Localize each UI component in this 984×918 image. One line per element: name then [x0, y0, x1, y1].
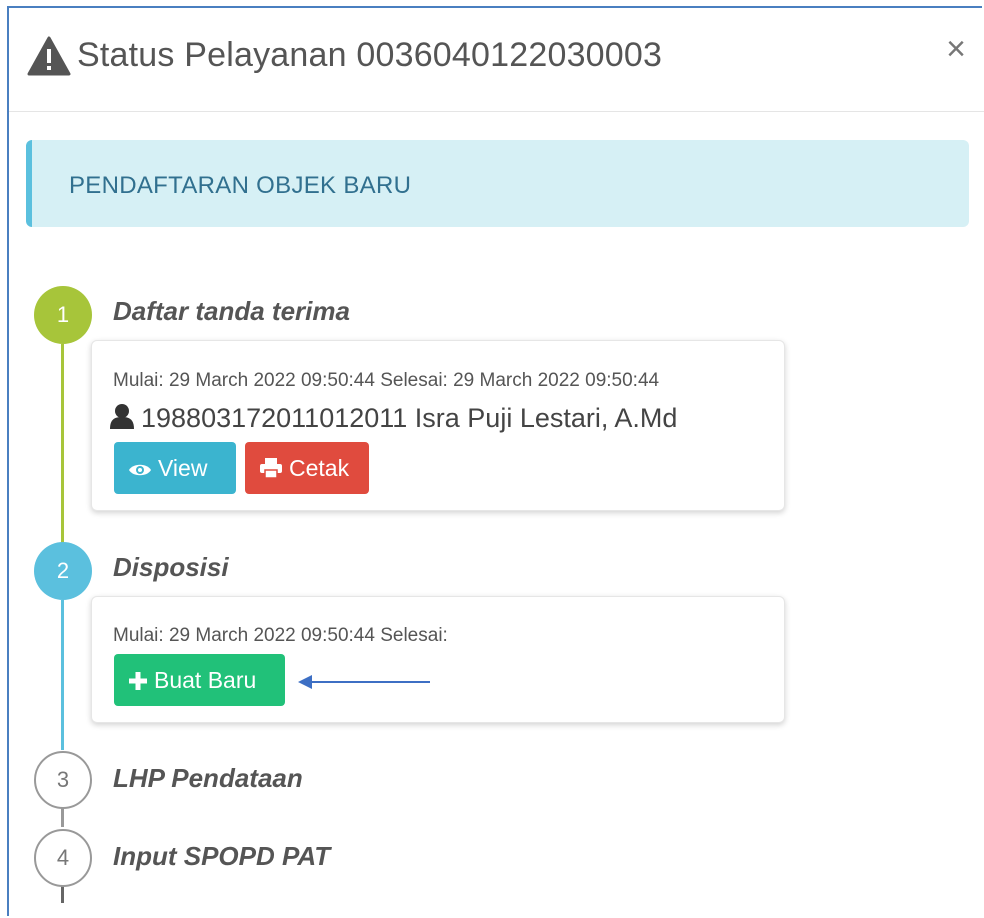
modal-header: Status Pelayanan 0036040122030003 ×	[9, 8, 984, 112]
timeline-line-4	[61, 885, 64, 903]
step-2-badge: 2	[34, 542, 92, 600]
service-type-label: PENDAFTARAN OBJEK BARU	[69, 172, 412, 199]
print-button[interactable]: Cetak	[245, 442, 369, 494]
step-3-badge: 3	[34, 751, 92, 809]
step-2-meta: Mulai: 29 March 2022 09:50:44 Selesai:	[113, 625, 448, 646]
view-button-label: View	[158, 455, 208, 481]
step-3-title: LHP Pendataan	[113, 763, 303, 793]
user-icon	[110, 404, 134, 429]
plus-icon	[129, 672, 147, 690]
new-disposition-button-label: Buat Baru	[154, 667, 257, 693]
timeline-line-1	[61, 344, 64, 549]
step-4-title: Input SPOPD PAT	[113, 841, 331, 871]
close-icon[interactable]: ×	[946, 32, 966, 66]
step-1-person: 198803172011012011 Isra Puji Lestari, A.…	[109, 403, 677, 434]
print-button-label: Cetak	[289, 455, 350, 481]
step-2-title: Disposisi	[113, 552, 229, 582]
timeline-line-2	[61, 600, 64, 750]
eye-icon	[129, 464, 151, 476]
step-4-badge: 4	[34, 829, 92, 887]
service-type-alert: PENDAFTARAN OBJEK BARU	[26, 140, 969, 227]
step-1-title: Daftar tanda terima	[113, 296, 350, 326]
modal-title: Status Pelayanan 0036040122030003	[77, 36, 663, 74]
step-1-badge: 1	[34, 286, 92, 344]
view-button[interactable]: View	[114, 442, 236, 494]
step-1-person-text: 198803172011012011 Isra Puji Lestari, A.…	[141, 403, 678, 433]
warning-icon	[27, 36, 71, 76]
step-1-meta: Mulai: 29 March 2022 09:50:44 Selesai: 2…	[113, 370, 660, 391]
timeline-line-3	[61, 807, 64, 827]
annotation-arrow-icon	[298, 675, 430, 689]
print-icon	[260, 458, 282, 479]
step-1-card: Mulai: 29 March 2022 09:50:44 Selesai: 2…	[91, 340, 785, 511]
new-disposition-button[interactable]: Buat Baru	[114, 654, 285, 706]
step-2-card: Mulai: 29 March 2022 09:50:44 Selesai: B…	[91, 596, 785, 723]
